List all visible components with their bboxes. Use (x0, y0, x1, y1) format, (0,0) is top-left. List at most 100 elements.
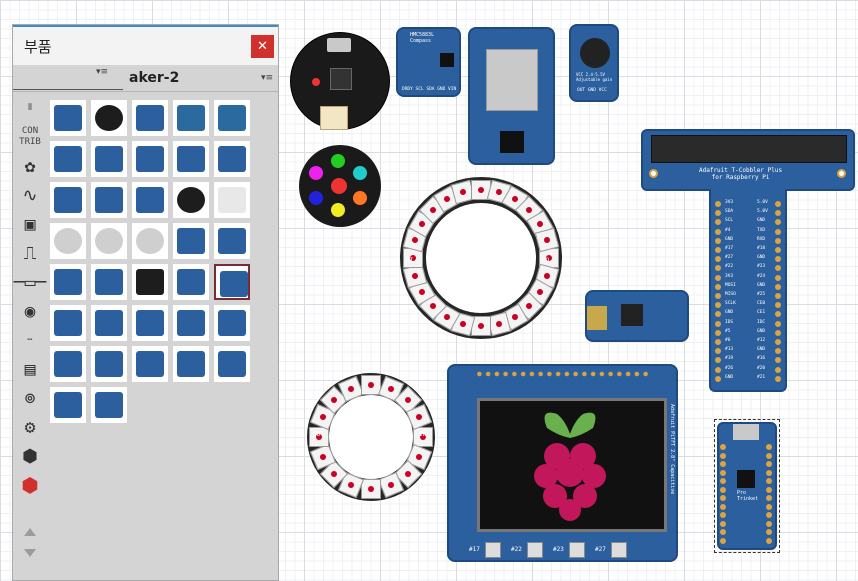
neopixel-jewel[interactable] (299, 145, 381, 227)
part-tile[interactable] (91, 100, 127, 136)
pin-pad (766, 461, 772, 467)
part-tile[interactable] (214, 264, 250, 300)
part-tile[interactable] (214, 223, 250, 259)
part-thumbnail (95, 228, 123, 254)
part-tile[interactable] (173, 346, 209, 382)
pin-pad (715, 366, 721, 373)
ic-chip-icon[interactable]: ▣ (16, 210, 44, 238)
part-tile[interactable] (132, 141, 168, 177)
bin-tab-previous[interactable]: ▾≡ (13, 65, 123, 90)
pin-label: SDA (725, 209, 734, 215)
part-tile[interactable] (214, 141, 250, 177)
pin-pad (766, 469, 772, 476)
pin-pad (775, 366, 781, 373)
part-tile[interactable] (50, 305, 86, 341)
part-tile[interactable] (91, 264, 127, 300)
breadboard-icon[interactable]: ▤ (16, 355, 44, 383)
pin-label: GND (757, 282, 766, 288)
part-tile[interactable] (50, 223, 86, 259)
pin-label: SCL (725, 218, 734, 224)
part-tile[interactable] (173, 182, 209, 218)
button-label: #27 (595, 546, 606, 553)
part-tile[interactable] (132, 264, 168, 300)
part-tile[interactable] (214, 182, 250, 218)
part-tile[interactable] (173, 223, 209, 259)
bin-menu-icon[interactable]: ▾≡ (96, 67, 108, 77)
part-tile[interactable] (173, 264, 209, 300)
part-thumbnail (95, 269, 123, 295)
pin-pad (720, 520, 726, 527)
tactile-button[interactable] (527, 542, 543, 558)
bin-menu-icon[interactable]: ▾≡ (261, 73, 273, 83)
pushbutton-icon[interactable]: ◉ (16, 297, 44, 325)
part-tile[interactable] (173, 141, 209, 177)
hexagon-red-icon[interactable]: ⬢ (16, 471, 44, 499)
part-tile[interactable] (132, 346, 168, 382)
tactile-button[interactable] (569, 542, 585, 558)
part-tile[interactable] (91, 305, 127, 341)
part-tile[interactable] (132, 182, 168, 218)
contrib-category[interactable]: CON TRIB (16, 123, 44, 151)
usb-breakout-board[interactable] (585, 290, 689, 342)
pin-label: 3V3 (725, 200, 734, 205)
part-tile[interactable] (91, 141, 127, 177)
flora-board[interactable] (290, 32, 390, 130)
tactile-button[interactable] (611, 542, 627, 558)
neopixel-ring-small[interactable]: OUT IN (307, 373, 435, 501)
pin-label: 3V3 (725, 273, 734, 279)
bin-tab-active[interactable]: aker-2 (129, 70, 179, 86)
part-tile[interactable] (132, 100, 168, 136)
pitft-display[interactable]: Adafruit PiTFT 2.8" Capacitive #17 #22 #23… (447, 364, 678, 562)
ring-output-label: DO (542, 257, 550, 264)
part-tile[interactable] (50, 100, 86, 136)
part-tile[interactable] (91, 223, 127, 259)
part-tile[interactable] (214, 305, 250, 341)
pin-pad (720, 529, 726, 535)
oscilloscope-icon[interactable]: ∿ (16, 181, 44, 209)
part-tile[interactable] (91, 182, 127, 218)
hexagon-black-icon[interactable]: ⬢ (16, 442, 44, 470)
resistor-icon[interactable]: ─▭─ (14, 268, 47, 296)
pin-pad (720, 495, 726, 501)
part-tile[interactable] (173, 305, 209, 341)
part-tile[interactable] (50, 346, 86, 382)
parts-panel: 부품 ✕ ▾≡ aker-2 ▾≡ ⫴ CON TRIB ✿ ∿ ▣ ⎍ ─▭─ ◉ ⋯ ▤ ⊚ ⚙ ⬢… (12, 24, 279, 581)
mic-amp-breakout[interactable]: VCC 2.4-5.5V Adjustable gain OUT GND VCC (569, 24, 619, 102)
part-tile[interactable] (214, 100, 250, 136)
part-tile[interactable] (50, 387, 86, 423)
part-tile[interactable] (50, 141, 86, 177)
waveform-icon[interactable]: ⎍ (16, 239, 44, 267)
part-tile[interactable] (173, 100, 209, 136)
part-tile[interactable] (91, 346, 127, 382)
pin-pad (720, 512, 726, 518)
compass-pins: DRDY SCL SDA GND VIN (402, 87, 457, 92)
part-tile[interactable] (50, 264, 86, 300)
antenna-icon[interactable]: ⊚ (16, 384, 44, 412)
dots-icon[interactable]: ⋯ (16, 326, 44, 354)
compass-breakout[interactable]: HMC5883L Compass DRDY SCL SDA GND VIN (396, 27, 461, 97)
category-label: ⬢ (21, 472, 39, 497)
scroll-up-icon[interactable] (24, 528, 36, 536)
button-label: #17 (469, 546, 480, 553)
part-tile[interactable] (91, 387, 127, 423)
jst-connector (320, 106, 348, 130)
part-thumbnail (220, 271, 248, 297)
part-tile[interactable] (214, 346, 250, 382)
part-tile[interactable] (132, 305, 168, 341)
led-indicator (312, 78, 320, 86)
cobbler-title: Adafruit T-Cobbler Plus for Raspberry Pi (699, 167, 783, 181)
neopixel-ring-large[interactable]: DI DO (400, 177, 562, 339)
esp-feather-board[interactable] (468, 27, 555, 165)
pro-trinket-board[interactable]: Pro Trinket (714, 419, 780, 553)
core-parts-icon[interactable]: ⫴ (16, 94, 44, 122)
tactile-button[interactable] (485, 542, 501, 558)
panel-title: 부품 (24, 38, 52, 56)
motor-icon[interactable]: ⚙ (16, 413, 44, 441)
part-tile[interactable] (50, 182, 86, 218)
part-tile[interactable] (132, 223, 168, 259)
close-icon[interactable]: ✕ (251, 35, 274, 58)
t-cobbler-board[interactable]: Adafruit T-Cobbler Plus for Raspberry Pi… (641, 129, 855, 392)
scroll-down-icon[interactable] (24, 549, 36, 557)
tft-screen (477, 398, 667, 532)
flower-icon[interactable]: ✿ (16, 152, 44, 180)
